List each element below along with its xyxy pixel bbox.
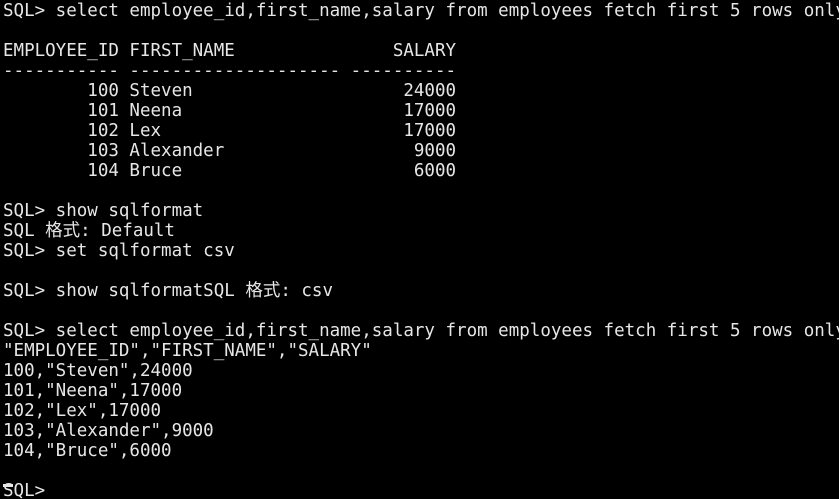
terminal-prompt-line[interactable]: SQL> [3, 481, 839, 499]
terminal-line: 104 Bruce 6000 [3, 161, 457, 181]
terminal-line: "EMPLOYEE_ID","FIRST_NAME","SALARY" [3, 341, 372, 361]
terminal-line: 100,"Steven",24000 [3, 361, 193, 381]
terminal-line: ----------- -------------------- -------… [3, 61, 457, 81]
terminal-line: 102,"Lex",17000 [3, 401, 162, 421]
terminal-line: SQL> show sqlformat [3, 201, 204, 221]
terminal-line: SQL> set sqlformat csv [3, 241, 235, 261]
terminal-line: SQL 格式: Default [3, 221, 175, 241]
terminal-line: 101 Neena 17000 [3, 101, 457, 121]
terminal-line: 102 Lex 17000 [3, 121, 457, 141]
terminal-output: SQL> select employee_id,first_name,salar… [3, 0, 839, 499]
terminal-line: SQL> show sqlformatSQL 格式: csv [3, 281, 334, 301]
terminal-line: SQL> select employee_id,first_name,salar… [3, 1, 839, 21]
terminal-line: SQL> select employee_id,first_name,salar… [3, 321, 839, 341]
terminal-line: 104,"Bruce",6000 [3, 441, 172, 461]
terminal-line: 103 Alexander 9000 [3, 141, 457, 161]
text-cursor [3, 484, 13, 487]
terminal-line: EMPLOYEE_ID FIRST_NAME SALARY [3, 41, 457, 61]
terminal-line: 103,"Alexander",9000 [3, 421, 214, 441]
terminal-line: 101,"Neena",17000 [3, 381, 183, 401]
terminal-line: 100 Steven 24000 [3, 81, 457, 101]
terminal-window[interactable]: SQL> select employee_id,first_name,salar… [0, 0, 839, 499]
